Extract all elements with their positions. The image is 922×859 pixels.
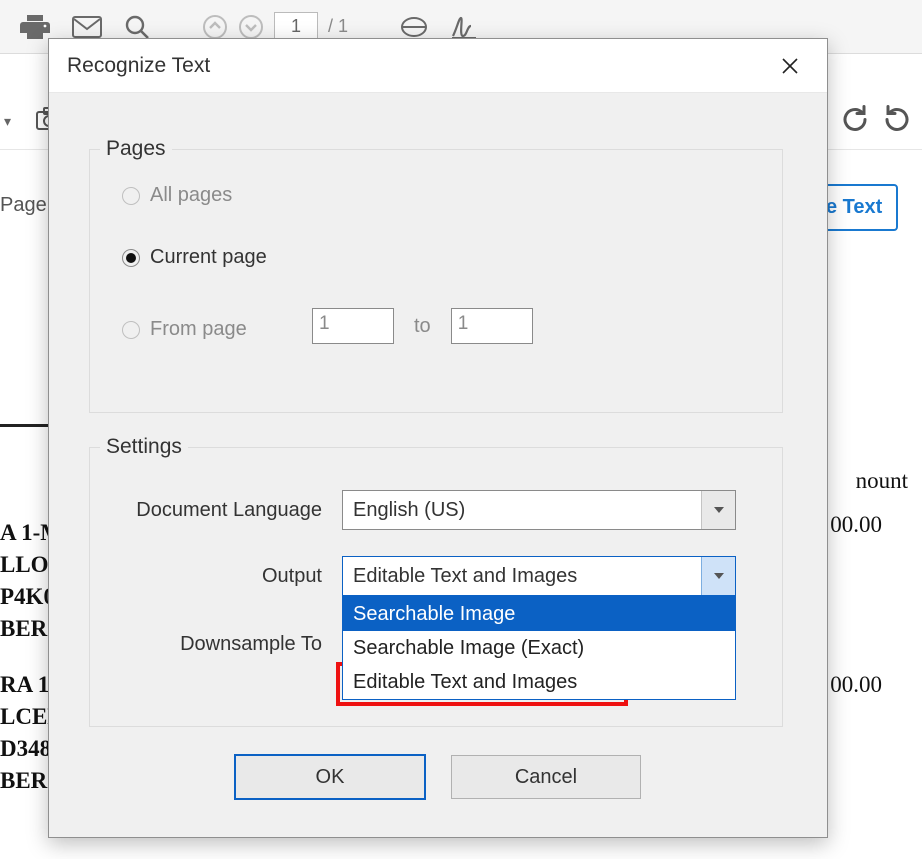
pages-group: Pages All pages Current page From page 1…	[89, 149, 783, 413]
chevron-down-icon	[701, 491, 735, 529]
doc-amount-1: 00.00	[830, 512, 882, 538]
doc-line-5: RA 1	[0, 672, 49, 698]
print-icon[interactable]	[20, 13, 50, 41]
page-nav: 1 / 1	[202, 12, 348, 42]
output-option-searchable-image[interactable]: Searchable Image	[343, 597, 735, 631]
doc-amount-2: 00.00	[830, 672, 882, 698]
radio-all-pages[interactable]: All pages	[122, 184, 232, 207]
rotate-ccw-icon[interactable]	[840, 104, 870, 139]
doc-header-amount: nount	[856, 468, 908, 494]
hand-icon[interactable]	[400, 15, 428, 39]
from-page-input[interactable]: 1	[312, 308, 394, 344]
page-down-icon[interactable]	[238, 14, 264, 40]
ok-button[interactable]: OK	[235, 755, 425, 799]
sign-icon[interactable]	[450, 14, 478, 40]
document-language-select[interactable]: English (US)	[342, 490, 736, 530]
rotate-cw-icon[interactable]	[882, 104, 912, 139]
output-row: Output Editable Text and Images	[116, 556, 736, 596]
radio-icon	[122, 321, 140, 339]
page-total-label: / 1	[328, 16, 348, 37]
mail-icon[interactable]	[72, 16, 102, 38]
settings-group: Settings Document Language English (US) …	[89, 447, 783, 727]
doc-line-3: P4K0	[0, 584, 55, 610]
to-page-input[interactable]: 1	[451, 308, 533, 344]
doc-line-7: D348	[0, 736, 51, 762]
document-language-value: English (US)	[343, 491, 701, 529]
chevron-down-icon	[701, 557, 735, 595]
close-button[interactable]	[771, 47, 809, 85]
close-icon	[781, 57, 799, 75]
dialog-buttons: OK Cancel	[49, 755, 827, 799]
cancel-button[interactable]: Cancel	[451, 755, 641, 799]
downsample-label: Downsample To	[116, 633, 322, 656]
menu-dropdown-icon[interactable]: ▾	[4, 113, 11, 130]
pages-group-label: Pages	[100, 137, 172, 161]
output-label: Output	[116, 565, 322, 588]
radio-from-page[interactable]: From page	[122, 318, 247, 341]
recognize-text-dialog: Recognize Text Pages All pages Current p…	[48, 38, 828, 838]
page-up-icon[interactable]	[202, 14, 228, 40]
radio-all-pages-label: All pages	[150, 184, 232, 207]
page-number-field[interactable]: 1	[274, 12, 318, 42]
page-range-group: 1 to 1	[312, 308, 533, 344]
page-label: Page	[0, 194, 47, 217]
search-icon[interactable]	[124, 14, 150, 40]
settings-group-label: Settings	[100, 435, 188, 459]
radio-icon	[122, 187, 140, 205]
output-select[interactable]: Editable Text and Images	[342, 556, 736, 596]
dialog-titlebar: Recognize Text	[49, 39, 827, 93]
output-option-editable-text-images[interactable]: Editable Text and Images	[343, 665, 735, 699]
radio-icon	[122, 249, 140, 267]
document-language-label: Document Language	[116, 499, 322, 522]
doc-line-4: BER:	[0, 616, 55, 642]
dialog-title: Recognize Text	[67, 54, 210, 78]
output-value: Editable Text and Images	[343, 557, 701, 595]
document-language-row: Document Language English (US)	[116, 490, 736, 530]
output-option-searchable-image-exact[interactable]: Searchable Image (Exact)	[343, 631, 735, 665]
radio-current-page-label: Current page	[150, 246, 267, 269]
radio-from-page-label: From page	[150, 318, 247, 341]
radio-current-page[interactable]: Current page	[122, 246, 267, 269]
to-label: to	[414, 315, 431, 338]
doc-line-8: BER:	[0, 768, 55, 794]
output-dropdown: Searchable Image Searchable Image (Exact…	[342, 596, 736, 700]
